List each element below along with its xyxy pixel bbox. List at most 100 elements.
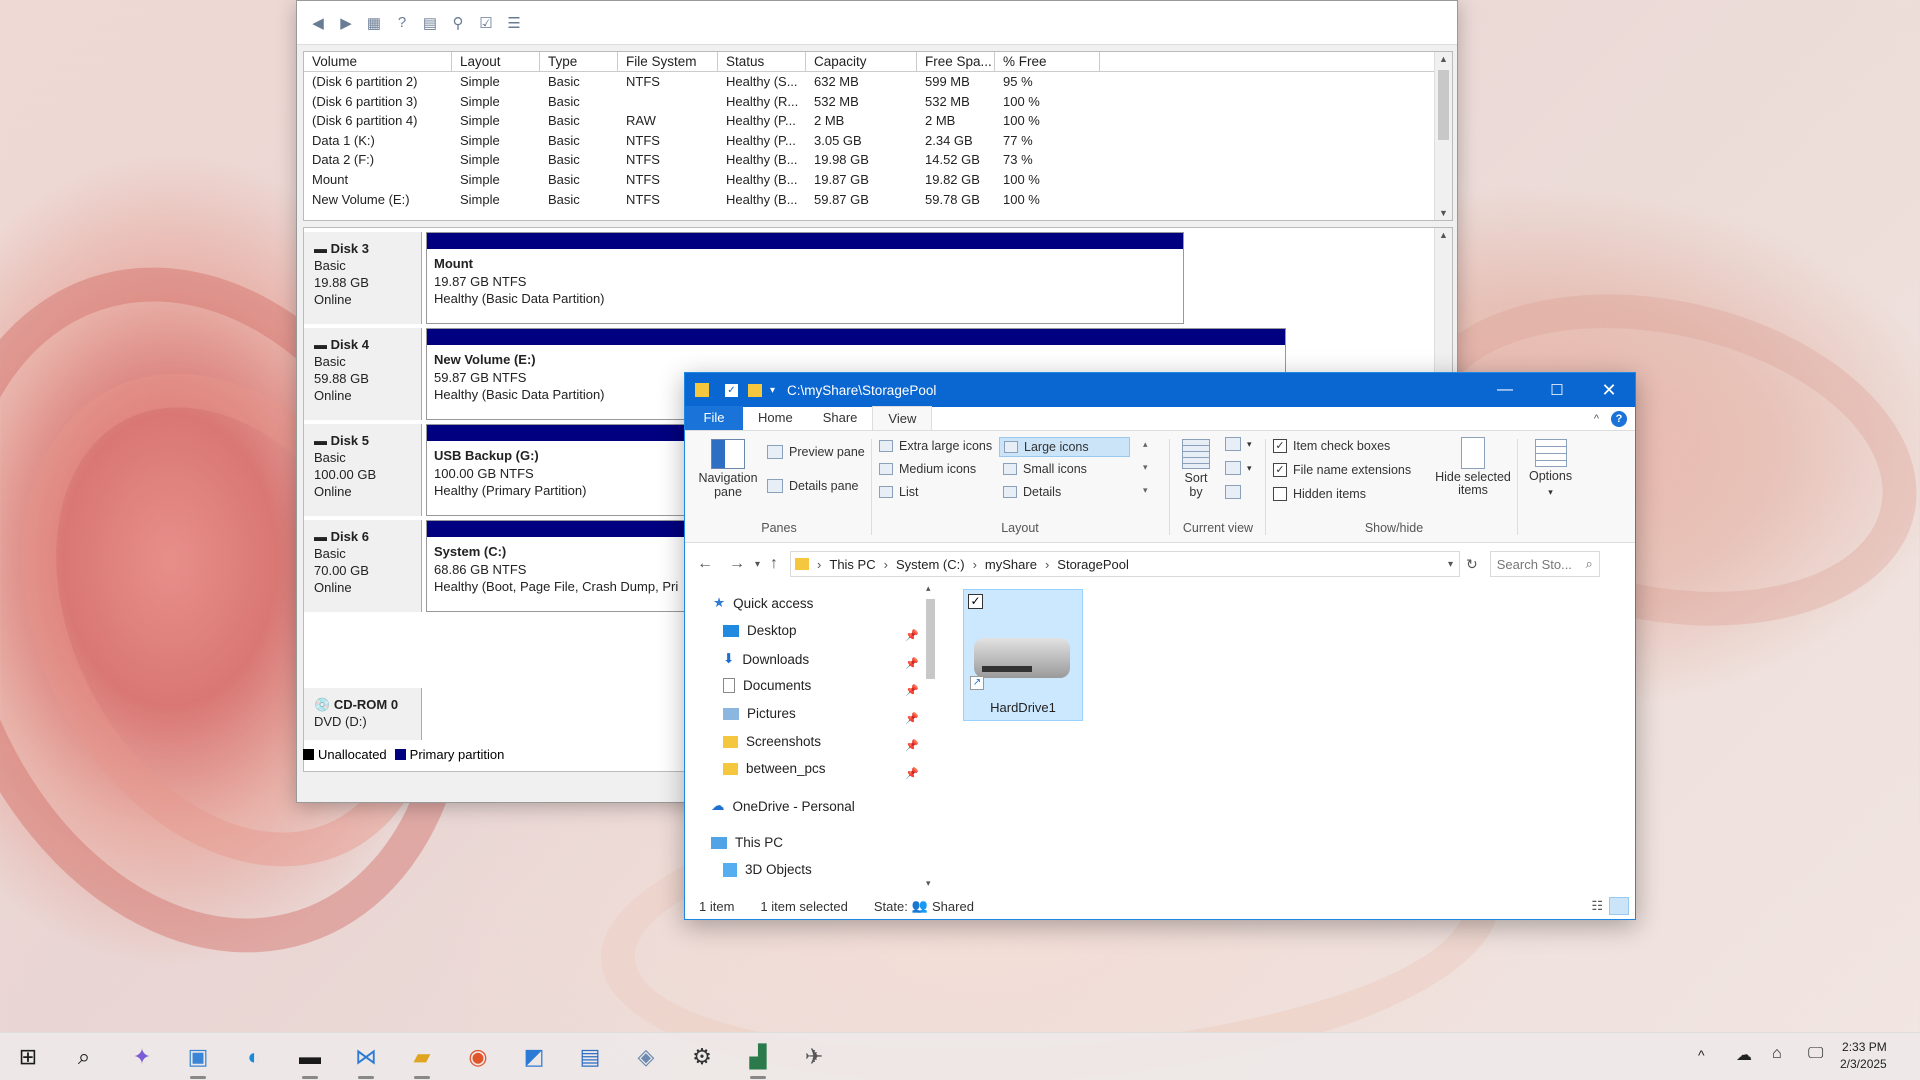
col-header[interactable]: Free Spa...: [917, 52, 995, 71]
item-checkbox[interactable]: ✓: [968, 594, 983, 609]
volume-row[interactable]: New Volume (E:) Simple Basic NTFS Healthy (B…: [304, 190, 1452, 210]
store-icon[interactable]: ▤: [566, 1033, 614, 1080]
back-arrow-icon[interactable]: ←: [697, 555, 713, 573]
address-dropdown-icon[interactable]: ▾: [1448, 559, 1453, 570]
console-icon[interactable]: ▦: [363, 13, 385, 33]
task-view-icon[interactable]: ▣: [174, 1033, 222, 1080]
minimize-button[interactable]: —: [1479, 381, 1531, 399]
nav-documents[interactable]: Documents: [723, 678, 811, 693]
col-header[interactable]: Status: [718, 52, 806, 71]
terminal-icon[interactable]: ▬: [286, 1033, 334, 1080]
onedrive-tray-icon[interactable]: ☁: [1736, 1045, 1752, 1065]
nav-desktop[interactable]: Desktop: [723, 623, 797, 638]
group-by-button[interactable]: ▾: [1225, 437, 1252, 451]
col-header[interactable]: Type: [540, 52, 618, 71]
forward-arrow-icon[interactable]: →: [729, 555, 745, 573]
hidden-items-option[interactable]: Hidden items: [1273, 487, 1366, 501]
checkbox-checked-icon[interactable]: ✓: [1273, 439, 1287, 453]
check-icon[interactable]: ☑: [475, 13, 497, 33]
view-icon[interactable]: ▤: [419, 13, 441, 33]
network-icon[interactable]: ⌂: [1772, 1045, 1782, 1063]
disk-management-icon[interactable]: ▟: [734, 1033, 782, 1080]
app-icon[interactable]: ◈: [622, 1033, 670, 1080]
breadcrumb-item[interactable]: myShare: [985, 557, 1037, 572]
up-arrow-icon[interactable]: ↑: [770, 555, 778, 573]
add-columns-button[interactable]: ▾: [1225, 461, 1252, 475]
edge-icon[interactable]: ◐: [230, 1033, 278, 1080]
copilot-icon[interactable]: ✦: [118, 1033, 166, 1080]
search-icon[interactable]: ⌕: [60, 1033, 108, 1080]
help-icon[interactable]: ?: [391, 13, 413, 33]
nav-between-pcs[interactable]: between_pcs: [723, 761, 826, 776]
tab-home[interactable]: Home: [743, 406, 808, 430]
recent-locations-icon[interactable]: ▾: [755, 559, 760, 570]
address-bar[interactable]: › This PC › System (C:) › myShare › StorageP…: [790, 551, 1461, 577]
extra-large-icons-option[interactable]: Extra large icons: [879, 439, 992, 453]
small-icons-option[interactable]: Small icons: [1003, 462, 1087, 476]
partition-block[interactable]: Mount 19.87 GB NTFS Healthy (Basic Data Pa…: [426, 232, 1184, 324]
volume-row[interactable]: (Disk 6 partition 4) Simple Basic RAW Health…: [304, 111, 1452, 131]
checkbox-unchecked-icon[interactable]: [1273, 487, 1287, 501]
volume-row[interactable]: (Disk 6 partition 2) Simple Basic NTFS Healt…: [304, 72, 1452, 92]
large-icons-option[interactable]: Large icons: [999, 437, 1130, 457]
tray-overflow-icon[interactable]: ^: [1698, 1047, 1705, 1063]
details-option[interactable]: Details: [1003, 485, 1061, 499]
volume-list-scrollbar[interactable]: ▲ ▼: [1434, 52, 1452, 220]
nav-downloads[interactable]: ⬇ Downloads: [723, 651, 809, 667]
search-input[interactable]: Search Sto... ⌕: [1489, 551, 1600, 577]
details-pane-button[interactable]: Details pane: [767, 479, 859, 493]
tab-share[interactable]: Share: [808, 406, 873, 430]
breadcrumb-item[interactable]: This PC: [829, 557, 875, 572]
sort-by-button[interactable]: Sort by: [1179, 439, 1213, 499]
tab-file[interactable]: File: [685, 406, 743, 430]
refresh-icon[interactable]: ↻: [1466, 556, 1478, 573]
forward-icon[interactable]: ▶: [335, 13, 357, 33]
disk-label[interactable]: ▬ Disk 4 Basic 59.88 GB Online: [304, 328, 422, 420]
nav-3d-objects[interactable]: 3D Objects: [723, 862, 812, 877]
disk-label[interactable]: ▬ Disk 5 Basic 100.00 GB Online: [304, 424, 422, 516]
properties-qat-icon[interactable]: ✓: [725, 383, 738, 397]
nav-scrollbar[interactable]: ▴ ▾: [923, 583, 937, 889]
volume-row[interactable]: Mount Simple Basic NTFS Healthy (B... 19.87 G…: [304, 170, 1452, 190]
disk-label[interactable]: ▬ Disk 3 Basic 19.88 GB Online: [304, 232, 422, 324]
firefox-icon[interactable]: ◉: [454, 1033, 502, 1080]
size-columns-button[interactable]: [1225, 485, 1241, 499]
medium-icons-option[interactable]: Medium icons: [879, 462, 976, 476]
col-header[interactable]: Layout: [452, 52, 540, 71]
options-button[interactable]: Options ▾: [1529, 439, 1572, 499]
vscode-icon[interactable]: ⋈: [342, 1033, 390, 1080]
hide-selected-items-button[interactable]: Hide selected items: [1433, 437, 1513, 497]
qat-dropdown-icon[interactable]: ▾: [770, 385, 775, 396]
breadcrumb-item[interactable]: System (C:): [896, 557, 965, 572]
preview-pane-button[interactable]: Preview pane: [767, 445, 865, 459]
large-icons-view-icon[interactable]: [1609, 897, 1629, 915]
tab-view[interactable]: View: [872, 406, 933, 430]
navigation-pane-button[interactable]: Navigation pane: [693, 439, 763, 499]
layout-scroll-down-icon[interactable]: ▾: [1143, 462, 1148, 473]
nav-onedrive[interactable]: ☁ OneDrive - Personal: [711, 798, 855, 814]
clock[interactable]: 2:33 PM 2/3/2025: [1840, 1039, 1887, 1073]
col-header[interactable]: File System: [618, 52, 718, 71]
help-icon[interactable]: ?: [1611, 410, 1627, 427]
cdrom-label[interactable]: 💿 CD-ROM 0 DVD (D:): [304, 688, 422, 740]
volume-row[interactable]: (Disk 6 partition 3) Simple Basic Healthy (…: [304, 92, 1452, 112]
details-view-icon[interactable]: ☷: [1591, 898, 1603, 914]
start-button[interactable]: ⊞: [4, 1033, 52, 1080]
layout-more-icon[interactable]: ▾: [1143, 485, 1148, 496]
volume-row[interactable]: Data 1 (K:) Simple Basic NTFS Healthy (P... 3…: [304, 131, 1452, 151]
file-explorer-icon[interactable]: ▰: [398, 1033, 446, 1080]
properties-icon[interactable]: ☰: [503, 13, 525, 33]
app-icon[interactable]: ✈: [790, 1033, 838, 1080]
col-header[interactable]: Volume: [304, 52, 452, 71]
title-bar[interactable]: ✓ ▾ C:\myShare\StoragePool — ☐ ✕: [685, 373, 1635, 407]
nav-pictures[interactable]: Pictures: [723, 706, 796, 721]
back-icon[interactable]: ◀: [307, 13, 329, 33]
volume-row[interactable]: Data 2 (F:) Simple Basic NTFS Healthy (B... 1…: [304, 150, 1452, 170]
close-button[interactable]: ✕: [1583, 380, 1635, 401]
col-header[interactable]: % Free: [995, 52, 1100, 71]
layout-scroll-up-icon[interactable]: ▴: [1143, 439, 1148, 450]
volume-icon[interactable]: 🖵: [1808, 1045, 1823, 1063]
list-option[interactable]: List: [879, 485, 918, 499]
connect-icon[interactable]: ⚲: [447, 13, 469, 33]
item-check-boxes-option[interactable]: ✓ Item check boxes: [1273, 439, 1390, 453]
